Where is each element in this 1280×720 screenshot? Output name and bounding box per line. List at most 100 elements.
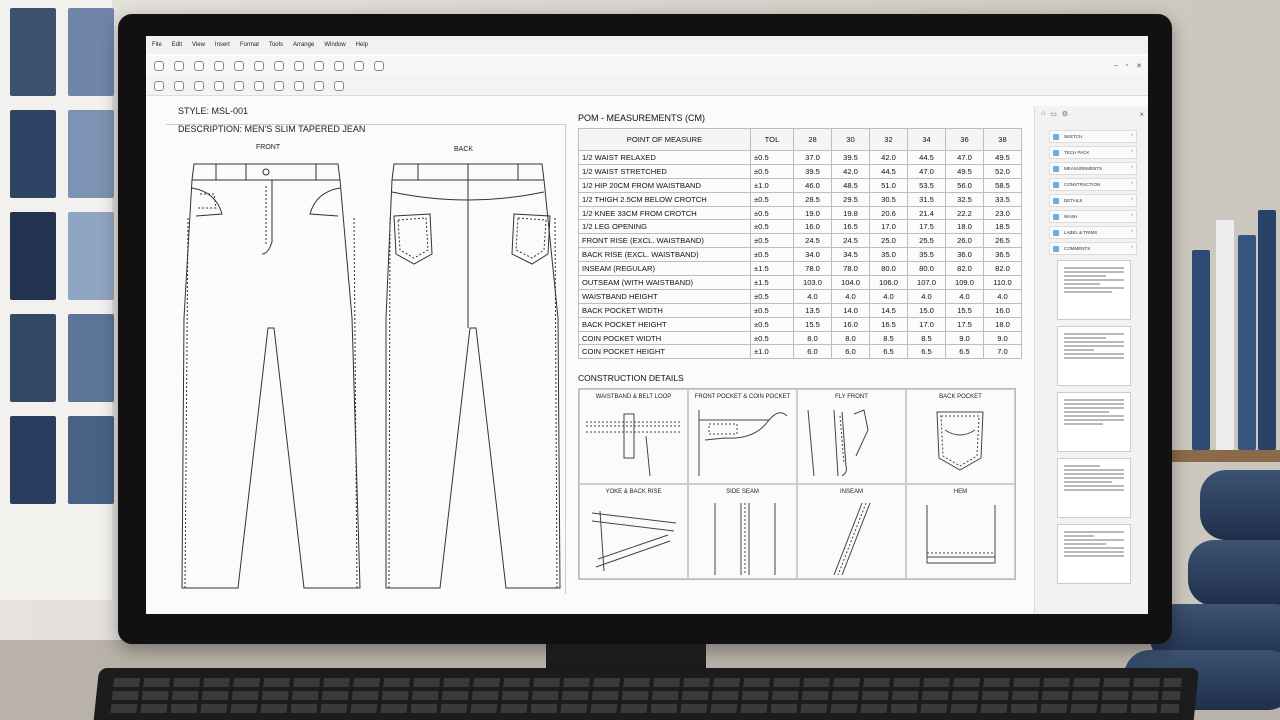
pom-size-cell[interactable]: 42.0 <box>869 150 908 165</box>
pom-size-cell[interactable]: 106.0 <box>869 275 908 290</box>
pom-row[interactable]: COIN POCKET WIDTH ±0.5 8.0 8.0 8.5 8.5 9.0 9.0 <box>578 330 1022 346</box>
pom-size-cell[interactable]: 42.0 <box>831 163 870 179</box>
home-icon[interactable]: ⌂ <box>1041 110 1045 118</box>
pom-size-cell[interactable]: 34.5 <box>831 247 870 263</box>
tool-icon[interactable] <box>254 80 264 91</box>
pom-size-cell[interactable]: 104.0 <box>831 275 870 290</box>
tool-icon[interactable] <box>314 61 324 71</box>
pom-size-cell[interactable]: 6.5 <box>945 344 984 360</box>
pom-tolerance-cell[interactable]: ±0.5 <box>750 163 794 179</box>
pom-size-cell[interactable]: 6.5 <box>869 344 908 360</box>
pom-size-cell[interactable]: 51.0 <box>869 177 908 193</box>
page-thumbnail[interactable] <box>1057 260 1131 320</box>
pom-size-cell[interactable]: 22.2 <box>945 205 984 221</box>
pom-tolerance-cell[interactable]: ±0.5 <box>750 302 794 318</box>
pom-size-cell[interactable]: 6.0 <box>831 344 870 360</box>
pom-size-cell[interactable]: 52.0 <box>983 163 1022 179</box>
pom-size-cell[interactable]: 23.0 <box>983 205 1022 221</box>
settings-icon[interactable]: ⚙ <box>1062 110 1068 118</box>
pom-size-cell[interactable]: 8.5 <box>869 330 908 346</box>
pom-size-cell[interactable]: 78.0 <box>831 261 870 277</box>
pom-tolerance-cell[interactable]: ±0.5 <box>750 316 794 332</box>
pom-size-cell[interactable]: 4.0 <box>983 288 1022 304</box>
pom-size-cell[interactable]: 103.0 <box>793 275 832 290</box>
pom-size-cell[interactable]: 35.0 <box>869 247 908 263</box>
page-thumbnail[interactable] <box>1057 326 1131 386</box>
pom-size-cell[interactable]: 14.0 <box>831 302 870 318</box>
pom-size-cell[interactable]: 8.0 <box>793 330 832 346</box>
tool-icon[interactable] <box>234 61 244 71</box>
pom-point-cell[interactable]: 1/2 KNEE 33CM FROM CROTCH <box>578 205 751 221</box>
pom-row[interactable]: BACK RISE (EXCL. WAISTBAND) ±0.5 34.0 34.5 3… <box>578 247 1022 263</box>
pom-point-cell[interactable]: BACK POCKET WIDTH <box>578 302 751 318</box>
pom-size-cell[interactable]: 4.0 <box>945 288 984 304</box>
pom-size-cell[interactable]: 16.5 <box>869 316 908 332</box>
pom-size-cell[interactable]: 78.0 <box>793 261 832 277</box>
pom-size-cell[interactable]: 80.0 <box>907 261 946 277</box>
pom-size-cell[interactable]: 15.0 <box>907 302 946 318</box>
pom-size-cell[interactable]: 13.5 <box>793 302 832 318</box>
pom-size-cell[interactable]: 31.5 <box>907 191 946 207</box>
pom-point-cell[interactable]: COIN POCKET HEIGHT <box>578 344 751 360</box>
pom-size-cell[interactable]: 29.5 <box>831 191 870 207</box>
menu-file[interactable]: File <box>152 42 162 48</box>
maximize-icon[interactable]: ▫ <box>1126 62 1128 70</box>
pom-size-cell[interactable]: 34.0 <box>793 247 832 263</box>
construction-cell[interactable]: FRONT POCKET & COIN POCKET <box>688 389 797 484</box>
pom-size-cell[interactable]: 6.0 <box>793 344 832 360</box>
tool-icon[interactable] <box>214 61 224 71</box>
pom-point-cell[interactable]: BACK RISE (EXCL. WAISTBAND) <box>578 247 751 263</box>
pom-size-cell[interactable]: 48.5 <box>831 177 870 193</box>
pom-size-cell[interactable]: 33.5 <box>983 191 1022 207</box>
page-icon[interactable]: ▭ <box>1050 110 1057 118</box>
pom-point-cell[interactable]: 1/2 WAIST RELAXED <box>578 150 751 165</box>
tool-icon[interactable] <box>294 61 304 71</box>
tool-icon[interactable] <box>294 80 304 91</box>
construction-cell[interactable]: FLY FRONT <box>797 389 906 484</box>
pom-size-cell[interactable]: 24.5 <box>793 233 832 249</box>
construction-cell[interactable]: WAISTBAND & BELT LOOP <box>579 389 688 484</box>
construction-cell[interactable]: INSEAM <box>797 484 906 579</box>
tool-icon[interactable] <box>154 80 164 91</box>
pom-point-cell[interactable]: COIN POCKET WIDTH <box>578 330 751 346</box>
pom-size-cell[interactable]: 17.0 <box>869 219 908 235</box>
pom-size-cell[interactable]: 35.5 <box>907 247 946 263</box>
pom-size-cell[interactable]: 4.0 <box>831 288 870 304</box>
nav-item-details[interactable]: DETAILS <box>1049 194 1137 207</box>
pom-size-cell[interactable]: 9.0 <box>983 330 1022 346</box>
menu-insert[interactable]: Insert <box>215 42 230 48</box>
pom-row[interactable]: 1/2 WAIST RELAXED ±0.5 37.0 39.5 42.0 44.5 47.… <box>578 150 1022 165</box>
pom-size-cell[interactable]: 15.5 <box>793 316 832 332</box>
pom-size-cell[interactable]: 32.5 <box>945 191 984 207</box>
pom-size-cell[interactable]: 80.0 <box>869 261 908 277</box>
pom-size-cell[interactable]: 109.0 <box>945 275 984 290</box>
close-panel-icon[interactable]: × <box>1139 110 1144 119</box>
tool-icon[interactable] <box>194 80 204 91</box>
pom-size-cell[interactable]: 47.0 <box>907 163 946 179</box>
pom-tolerance-cell[interactable]: ±0.5 <box>750 233 794 249</box>
pom-size-cell[interactable]: 17.5 <box>945 316 984 332</box>
tool-icon[interactable] <box>274 80 284 91</box>
pom-size-cell[interactable]: 17.0 <box>907 316 946 332</box>
pom-tolerance-cell[interactable]: ±0.5 <box>750 205 794 221</box>
tool-icon[interactable] <box>234 80 244 91</box>
pom-row[interactable]: COIN POCKET HEIGHT ±1.0 6.0 6.0 6.5 6.5 6.5 7.0 <box>578 344 1022 360</box>
pom-tolerance-cell[interactable]: ±0.5 <box>750 219 794 235</box>
construction-cell[interactable]: HEM <box>906 484 1015 579</box>
pom-size-cell[interactable]: 46.0 <box>793 177 832 193</box>
pom-size-cell[interactable]: 16.5 <box>831 219 870 235</box>
nav-item-sketch[interactable]: SKETCH <box>1049 130 1137 143</box>
pom-size-cell[interactable]: 6.5 <box>907 344 946 360</box>
nav-item-label-trims[interactable]: LABEL & TRIMS <box>1049 226 1137 239</box>
page-thumbnail[interactable] <box>1057 458 1131 518</box>
pom-size-cell[interactable]: 49.5 <box>945 163 984 179</box>
pom-row[interactable]: 1/2 THIGH 2.5CM BELOW CROTCH ±0.5 28.5 29.5… <box>578 191 1022 207</box>
pom-size-cell[interactable]: 36.5 <box>983 247 1022 263</box>
tool-icon[interactable] <box>374 61 384 71</box>
nav-item-tech-pack[interactable]: TECH PACK <box>1049 146 1137 159</box>
pom-size-cell[interactable]: 21.4 <box>907 205 946 221</box>
pom-size-cell[interactable]: 15.5 <box>945 302 984 318</box>
nav-item-comments[interactable]: COMMENTS <box>1049 242 1137 255</box>
pom-row[interactable]: BACK POCKET HEIGHT ±0.5 15.5 16.0 16.5 17.0 17… <box>578 316 1022 332</box>
pom-tolerance-cell[interactable]: ±1.5 <box>750 275 794 290</box>
